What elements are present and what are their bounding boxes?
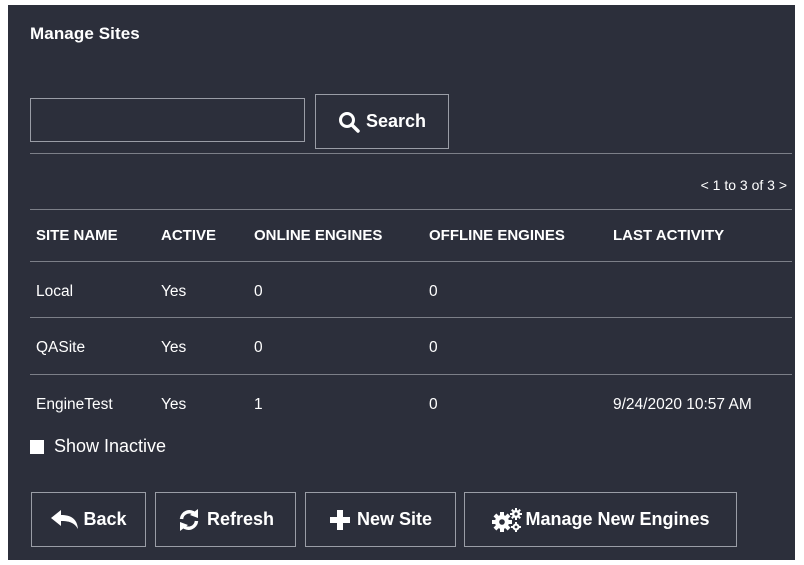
search-button[interactable]: Search: [315, 94, 449, 149]
cell-online-engines: 0: [254, 339, 263, 356]
column-header-active[interactable]: ACTIVE: [161, 227, 216, 244]
back-arrow-icon: [50, 509, 80, 531]
back-button-label: Back: [83, 509, 127, 529]
cell-active: Yes: [161, 396, 187, 413]
column-header-offline-engines[interactable]: OFFLINE ENGINES: [429, 227, 565, 244]
search-icon: [338, 111, 360, 133]
cell-active: Yes: [161, 283, 187, 300]
column-header-last-activity[interactable]: LAST ACTIVITY: [613, 227, 724, 244]
cell-active: Yes: [161, 339, 187, 356]
cell-offline-engines: 0: [429, 396, 438, 413]
pagination[interactable]: < 1 to 3 of 3 >: [701, 177, 787, 193]
page-title: Manage Sites: [30, 24, 140, 43]
refresh-button-label: Refresh: [206, 509, 275, 529]
search-input[interactable]: [30, 98, 305, 142]
divider: [30, 261, 792, 262]
cell-site-name: EngineTest: [36, 396, 113, 413]
divider: [30, 317, 792, 318]
column-header-site-name[interactable]: SITE NAME: [36, 227, 118, 244]
manage-sites-panel: Manage Sites Search < 1 to 3 of 3 > SITE…: [8, 5, 795, 560]
cell-offline-engines: 0: [429, 339, 438, 356]
show-inactive-label: Show Inactive: [54, 436, 167, 456]
back-button[interactable]: Back: [31, 492, 146, 547]
gears-icon: [491, 507, 523, 533]
cell-online-engines: 0: [254, 283, 263, 300]
new-site-button-label: New Site: [356, 509, 433, 529]
show-inactive-toggle[interactable]: Show Inactive: [30, 436, 166, 457]
refresh-button[interactable]: Refresh: [155, 492, 296, 547]
cell-online-engines: 1: [254, 396, 263, 413]
cell-last-activity: 9/24/2020 10:57 AM: [613, 396, 752, 413]
search-button-label: Search: [365, 111, 427, 131]
divider: [30, 153, 792, 154]
cell-site-name: QASite: [36, 339, 86, 356]
show-inactive-checkbox[interactable]: [30, 439, 44, 454]
manage-new-engines-button-label: Manage New Engines: [525, 509, 710, 529]
new-site-button[interactable]: New Site: [305, 492, 456, 547]
cell-site-name: Local: [36, 283, 74, 300]
divider: [30, 209, 792, 210]
manage-new-engines-button[interactable]: Manage New Engines: [464, 492, 737, 547]
divider: [30, 374, 792, 375]
cell-offline-engines: 0: [429, 283, 438, 300]
column-header-online-engines[interactable]: ONLINE ENGINES: [254, 227, 382, 244]
refresh-icon: [177, 508, 201, 532]
plus-icon: [329, 509, 351, 531]
